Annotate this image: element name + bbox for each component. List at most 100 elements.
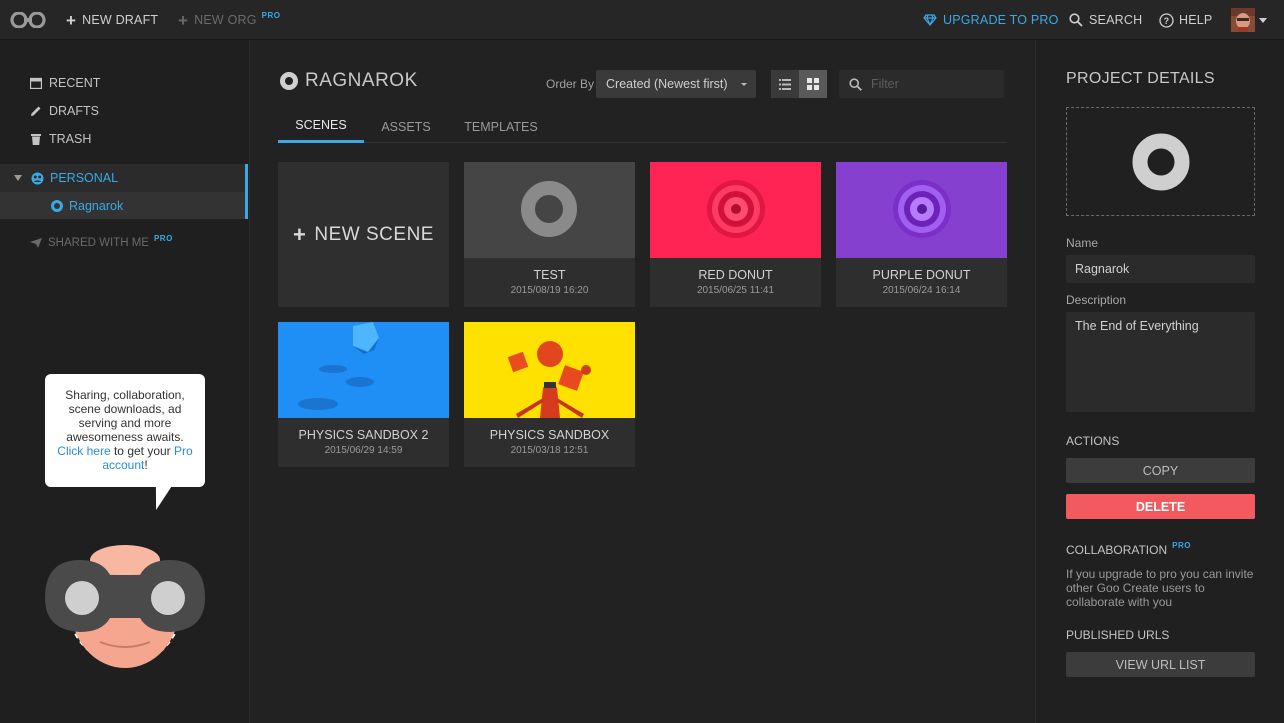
scene-card-physics-sandbox-2[interactable]: PHYSICS SANDBOX 2 2015/06/29 14:59 [278,322,449,467]
sidebar-item-trash[interactable]: TRASH [30,130,91,148]
new-scene-button[interactable]: + NEW SCENE [278,162,449,307]
upgrade-label: UPGRADE TO PRO [943,13,1059,27]
search-icon [1069,13,1083,27]
scene-name: RED DONUT [698,268,773,282]
scene-card-red-donut[interactable]: RED DONUT 2015/06/25 11:41 [650,162,821,307]
project-image-dropzone[interactable] [1066,107,1255,216]
promo-click-here-link[interactable]: Click here [57,444,110,458]
sidebar-item-shared[interactable]: SHARED WITH ME PRO [30,233,173,250]
recent-label: RECENT [49,76,101,90]
scene-thumbnail [464,322,635,418]
order-by-label: Order By [546,77,595,91]
scene-thumbnail [650,162,821,258]
user-menu[interactable] [1231,0,1267,40]
project-details-title: PROJECT DETAILS [1066,70,1215,87]
trash-label: TRASH [49,132,92,146]
scene-card-physics-sandbox[interactable]: PHYSICS SANDBOX 2015/03/18 12:51 [464,322,635,467]
purple-donut-preview-icon [893,180,951,238]
pro-badge: PRO [1172,540,1191,550]
pencil-icon [31,106,41,116]
scene-thumbnail [464,162,635,258]
copy-button[interactable]: COPY [1066,458,1255,483]
donut-preview-icon [521,181,577,237]
sidebar-item-recent[interactable]: RECENT [30,74,100,92]
search-label: SEARCH [1089,13,1143,27]
paper-plane-icon [30,238,42,248]
upgrade-to-pro-button[interactable]: UPGRADE TO PRO [923,0,1059,40]
project-ring-icon [1132,133,1189,190]
scene-date: 2015/03/18 12:51 [510,445,589,456]
chevron-down-icon [741,83,747,86]
plus-icon: + [66,10,77,30]
filter-input[interactable] [871,77,1001,91]
user-group-icon [31,172,44,184]
published-urls-label: PUBLISHED URLS [1066,628,1170,642]
view-url-list-button[interactable]: VIEW URL LIST [1066,652,1255,677]
sandbox-blue-preview-icon [278,322,449,418]
scene-name: PHYSICS SANDBOX 2 [298,428,429,442]
calendar-icon [30,77,42,89]
sidebar-item-personal[interactable]: PERSONAL [0,164,248,192]
help-button[interactable]: ? HELP [1159,0,1212,40]
order-by-value: Created (Newest first) [606,77,728,91]
goo-logo-icon[interactable] [10,0,46,40]
scene-thumbnail [278,322,449,418]
scene-name: PHYSICS SANDBOX [489,428,610,442]
help-icon: ? [1159,12,1174,28]
new-org-label: NEW ORG [194,13,257,27]
promo-text: Sharing, collaboration, scene downloads,… [65,388,185,444]
pro-badge: PRO [153,233,173,243]
grid-view-button[interactable] [799,70,827,98]
svg-text:?: ? [1164,16,1170,26]
order-by-select[interactable]: Created (Newest first) [596,70,756,98]
pro-badge: PRO [261,10,281,20]
scene-date: 2015/06/24 16:14 [882,285,961,296]
search-icon [849,77,862,91]
sidebar-item-drafts[interactable]: DRAFTS [30,102,99,120]
scene-thumbnail [836,162,1007,258]
name-label: Name [1066,236,1099,250]
promo-text-2: to get your [110,444,171,458]
actions-label: ACTIONS [1066,434,1120,448]
scene-date: 2015/06/29 14:59 [324,445,403,456]
list-icon [779,78,791,90]
delete-button[interactable]: DELETE [1066,494,1255,519]
name-field[interactable]: Ragnarok [1066,255,1255,283]
sidebar-item-ragnarok[interactable]: Ragnarok [0,192,248,219]
project-ring-icon [280,72,298,90]
tab-templates[interactable]: TEMPLATES [458,110,544,143]
tab-assets[interactable]: ASSETS [370,110,442,143]
tab-scenes[interactable]: SCENES [278,110,364,143]
scene-date: 2015/06/25 11:41 [696,285,775,296]
project-label: Ragnarok [69,198,124,213]
list-view-button[interactable] [771,70,799,98]
project-ring-icon [51,199,63,212]
promo-bubble: Sharing, collaboration, scene downloads,… [45,374,205,487]
new-org-button[interactable]: + NEW ORG PRO [178,0,281,40]
description-field[interactable]: The End of Everything [1066,312,1255,412]
scene-card-purple-donut[interactable]: PURPLE DONUT 2015/06/24 16:14 [836,162,1007,307]
collaboration-label: COLLABORATION [1066,543,1168,557]
tab-bar: SCENES ASSETS TEMPLATES [278,110,1007,143]
collaboration-heading: COLLABORATION PRO [1066,540,1191,558]
trash-icon [31,134,41,145]
new-draft-label: NEW DRAFT [82,13,159,27]
diamond-icon [923,14,937,26]
promo-text-3: ! [144,458,148,472]
personal-label: PERSONAL [50,171,119,185]
filter-box [839,70,1004,98]
scene-card-test[interactable]: TEST 2015/08/19 16:20 [464,162,635,307]
new-draft-button[interactable]: + NEW DRAFT [66,0,158,40]
new-scene-label: NEW SCENE [314,223,434,245]
collaboration-text: If you upgrade to pro you can invite oth… [1066,567,1254,609]
top-bar: + NEW DRAFT + NEW ORG PRO UPGRADE TO PRO… [0,0,1284,40]
project-title-text: RAGNAROK [305,70,418,91]
plus-icon: + [178,10,189,30]
avatar [1231,8,1255,32]
page-title: RAGNAROK [280,70,418,92]
project-details-panel: PROJECT DETAILS Name Ragnarok Descriptio… [1035,40,1284,723]
search-button[interactable]: SEARCH [1069,0,1142,40]
grid-icon [807,78,819,90]
caret-down-icon [14,175,22,181]
plus-icon: + [293,221,307,247]
